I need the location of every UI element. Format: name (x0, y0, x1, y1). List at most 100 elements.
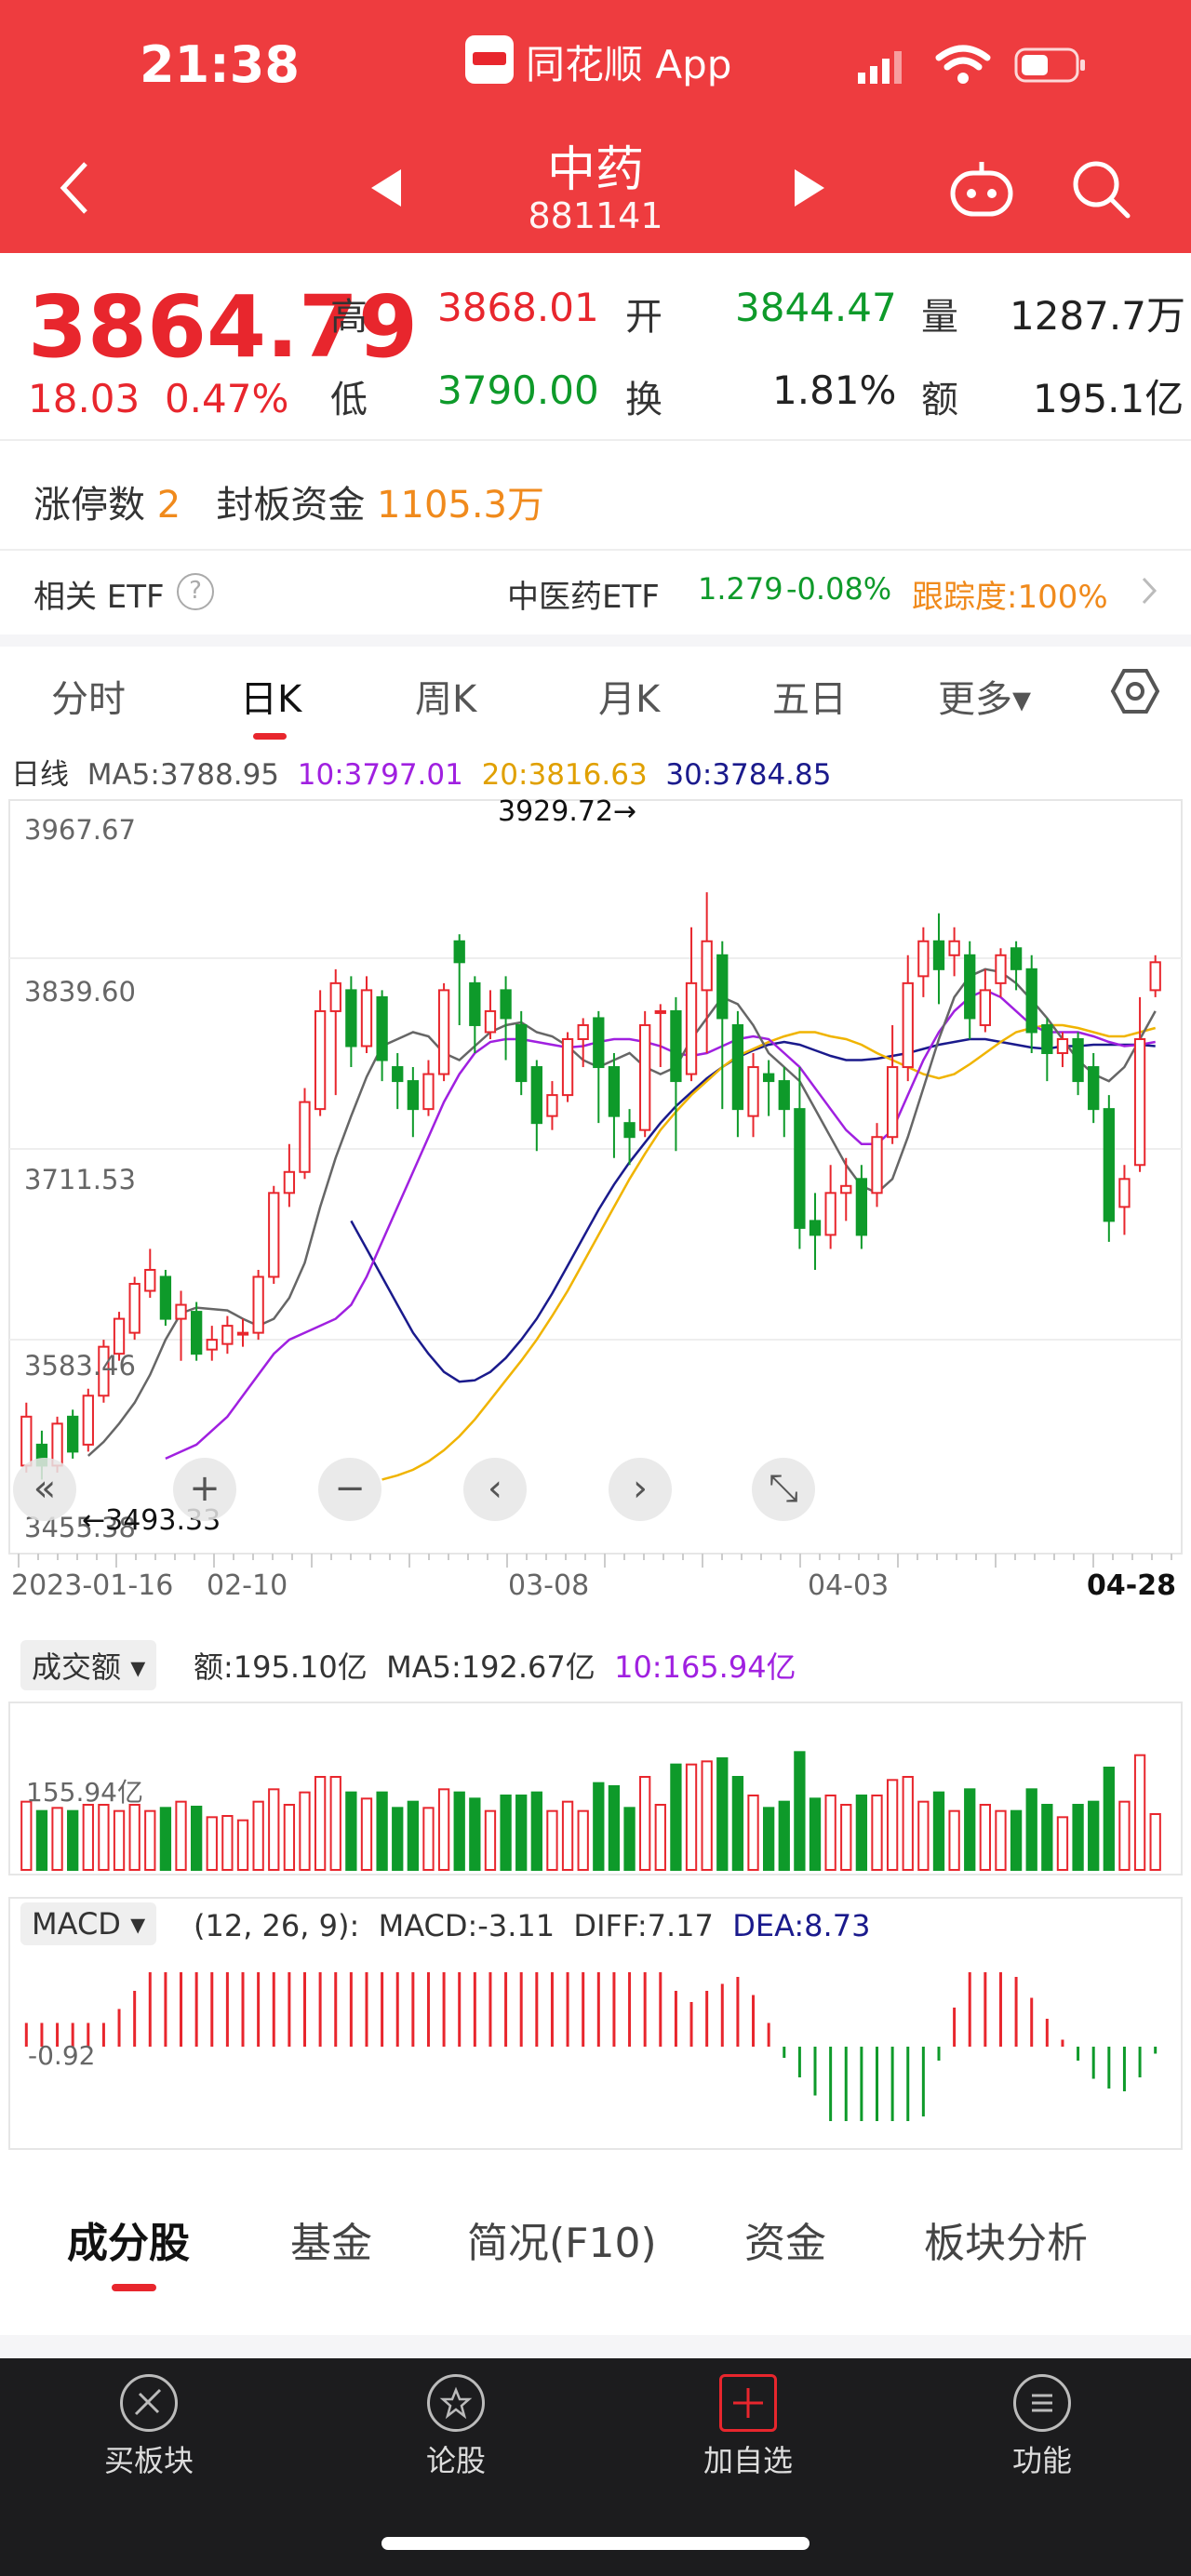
candle-body (747, 1066, 759, 1117)
macd-indicator-select[interactable]: MACD ▾ (20, 1902, 157, 1945)
tab-weekly-k[interactable]: 周K (415, 669, 476, 723)
volume-bar (654, 1804, 666, 1871)
chevron-right-icon[interactable] (1140, 575, 1158, 607)
tabbar-buy-sector[interactable]: 买板块 (74, 2363, 223, 2480)
candle-body (190, 1311, 203, 1355)
tab-capital[interactable]: 资金 (744, 2209, 826, 2269)
volume-bar (794, 1751, 806, 1872)
battery-icon (1014, 47, 1089, 84)
volume-bar (360, 1797, 373, 1872)
change-pct: 0.47% (164, 376, 289, 421)
volume-bar (902, 1776, 914, 1871)
tab-five-day[interactable]: 五日 (772, 669, 847, 723)
scroll-right-icon[interactable]: › (609, 1458, 672, 1521)
scroll-left-end-icon[interactable]: « (13, 1458, 76, 1521)
tab-constituents[interactable]: 成分股 (67, 2209, 190, 2269)
tab-profile[interactable]: 简况(F10) (467, 2209, 657, 2269)
tab-daily-k[interactable]: 日K (240, 669, 301, 723)
x-tick: 03-08 (508, 1569, 590, 1602)
candle-body (113, 1317, 126, 1355)
volume-bar (376, 1791, 388, 1871)
volume-bar (453, 1791, 465, 1871)
add-watchlist-icon (719, 2374, 777, 2432)
bottom-section-tabs: 成分股 基金 简况(F10) 资金 板块分析 (0, 2172, 1191, 2335)
etf-change: -0.08% (786, 571, 892, 607)
etf-name[interactable]: 中医药ETF (507, 571, 660, 617)
candle-body (1072, 1037, 1084, 1083)
high-label: 高 (330, 296, 368, 339)
volume-bar (407, 1800, 420, 1871)
candle-body (128, 1283, 141, 1334)
high-value: 3868.01 (437, 285, 599, 330)
tabbar-functions[interactable]: 功能 (968, 2363, 1117, 2480)
volume-bar (35, 1809, 48, 1871)
tabbar-forum[interactable]: 论股 (381, 2363, 530, 2480)
volume-bar (824, 1795, 836, 1871)
tab-funds[interactable]: 基金 (290, 2209, 372, 2269)
y-tick: 3583.46 (24, 1350, 136, 1381)
macd-params: (12, 26, 9): (194, 1908, 360, 1943)
tab-intraday[interactable]: 分时 (51, 669, 126, 723)
volume-bar (731, 1776, 744, 1871)
high-annotation: 3929.72→ (498, 795, 637, 828)
tab-sector-analysis[interactable]: 板块分析 (924, 2209, 1088, 2269)
volume-bar (1088, 1800, 1100, 1871)
candle-body (1103, 1108, 1115, 1222)
status-app-name[interactable]: 同花顺 App (526, 33, 731, 90)
candle-body (67, 1415, 79, 1453)
volume-bar (809, 1797, 822, 1872)
help-icon[interactable]: ? (177, 573, 214, 610)
zoom-out-icon[interactable]: − (318, 1458, 381, 1521)
fullscreen-icon[interactable]: ⤡ (752, 1458, 815, 1521)
next-sector-icon[interactable] (791, 167, 828, 208)
candle-body (360, 989, 373, 1048)
candle-body (608, 1066, 621, 1117)
candle-body (778, 1080, 790, 1111)
volume-bar (252, 1800, 264, 1871)
home-indicator (381, 2537, 810, 2550)
menu-icon (1013, 2374, 1071, 2432)
quote-panel: 3864.79 18.03 0.47% 高 3868.01 开 3844.47 … (0, 253, 1191, 634)
volume-bar (886, 1779, 899, 1872)
volume-bar (190, 1806, 203, 1871)
candle-body (236, 1331, 249, 1336)
candle-body (1025, 968, 1037, 1034)
tabbar-label: 功能 (1011, 2443, 1072, 2478)
search-icon[interactable] (1070, 158, 1131, 220)
volume-bar (392, 1807, 404, 1872)
tab-more[interactable]: 更多▾ (938, 669, 1031, 723)
candle-body (515, 1023, 528, 1083)
zoom-in-icon[interactable]: + (173, 1458, 236, 1521)
tab-monthly-k[interactable]: 月K (598, 669, 660, 723)
seal-fund-label: 封板资金 (216, 484, 366, 527)
x-tick: 02-10 (207, 1569, 288, 1602)
volume-bar (964, 1788, 976, 1872)
candle-body (824, 1192, 836, 1236)
candle-body (902, 981, 914, 1069)
scroll-left-icon[interactable]: ‹ (463, 1458, 527, 1521)
limit-up-label: 涨停数 (33, 484, 145, 527)
candle-body (314, 1009, 327, 1111)
etf-tracking: 跟踪度:100% (912, 579, 1108, 616)
candlestick-chart[interactable] (0, 740, 1191, 2172)
volume-bar (639, 1776, 651, 1871)
volume-bar (159, 1807, 172, 1872)
candle-body (299, 1101, 311, 1173)
robot-assistant-icon[interactable] (949, 160, 1014, 218)
candle-body (20, 1415, 33, 1467)
volume-indicator-select[interactable]: 成交额 ▾ (20, 1640, 157, 1690)
candle-body (623, 1122, 636, 1139)
amount-value: 195.1亿 (1033, 376, 1184, 421)
settings-hex-icon[interactable] (1109, 665, 1161, 717)
tabbar-add-watchlist[interactable]: 加自选 (674, 2363, 823, 2480)
limit-up-row[interactable]: 涨停数 2 封板资金 1105.3万 (33, 474, 544, 528)
status-time: 21:38 (140, 35, 300, 94)
volume-bar (917, 1800, 930, 1871)
tabbar-label: 论股 (425, 2443, 486, 2478)
volume-bar (670, 1763, 682, 1871)
volume-bar (82, 1804, 94, 1871)
divider (0, 549, 1191, 551)
y-tick: 3711.53 (24, 1164, 136, 1195)
candle-body (252, 1275, 264, 1334)
diff-value: DIFF:7.17 (573, 1908, 714, 1943)
